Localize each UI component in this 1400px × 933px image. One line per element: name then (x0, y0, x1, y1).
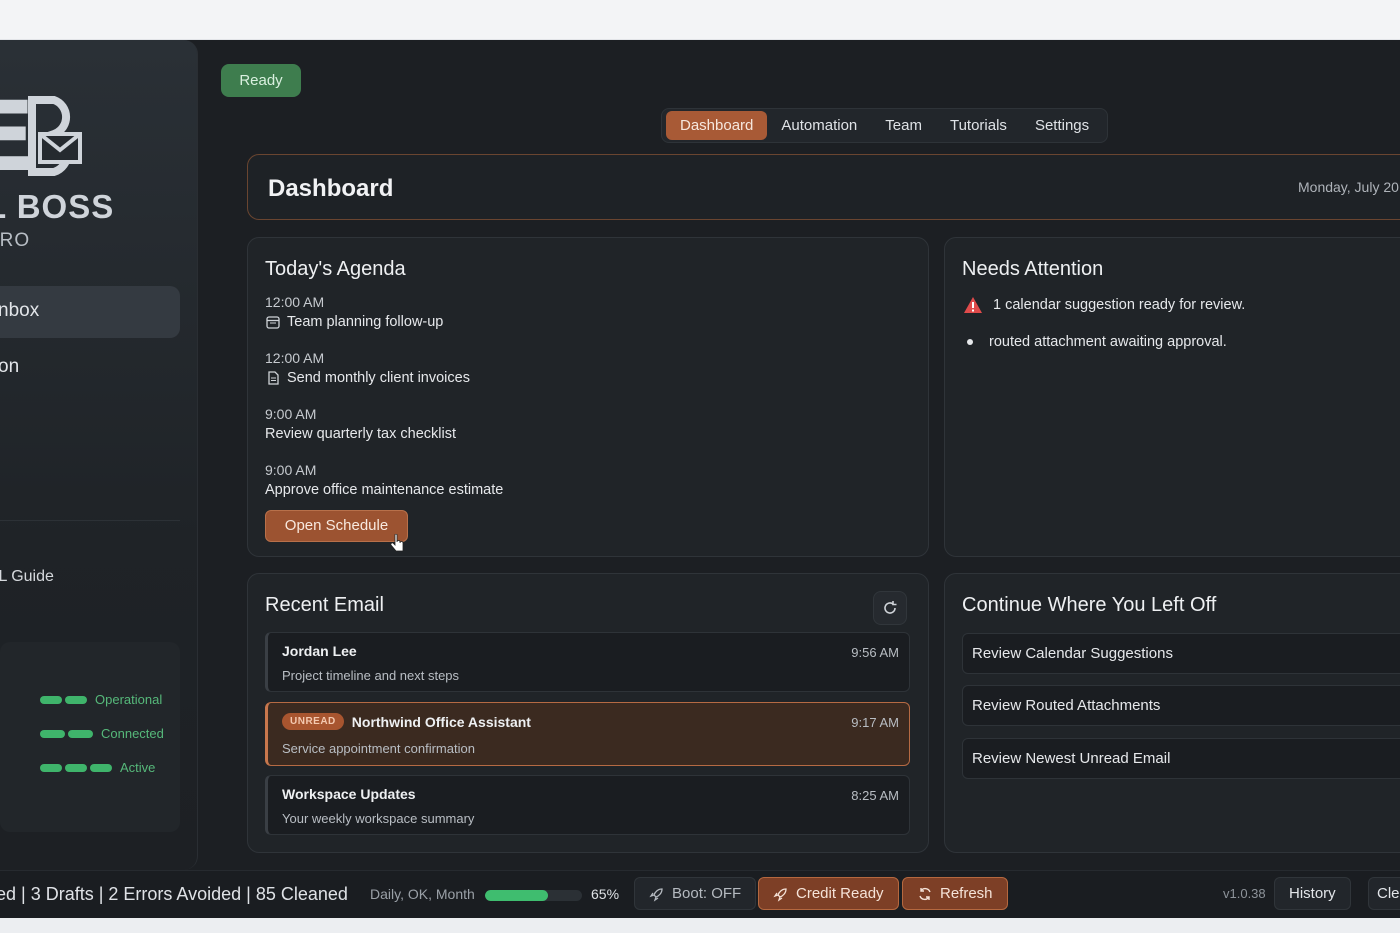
agenda-text: Team planning follow-up (287, 314, 444, 330)
continue-item[interactable]: Review Newest Unread Email (962, 738, 1400, 779)
email-row[interactable]: Workspace Updates Your weekly workspace … (265, 775, 910, 835)
refresh-email-button[interactable] (873, 591, 907, 625)
agenda-text: Approve office maintenance estimate (265, 482, 504, 498)
agenda-time: 9:00 AM (265, 406, 317, 422)
attention-card: Needs Attention 1 calendar suggestion re… (944, 237, 1400, 557)
sidebar-guide-link[interactable]: IL Guide (0, 568, 54, 586)
document-icon (268, 371, 279, 385)
sidebar: E L BOSS PRO nbox on IL Guide Operationa… (0, 40, 198, 870)
continue-card: Continue Where You Left Off Review Calen… (944, 573, 1400, 853)
tab-dashboard[interactable]: Dashboard (666, 111, 768, 140)
status-bars (40, 695, 87, 704)
status-bars (40, 763, 112, 772)
mouse-pointer-icon (390, 534, 404, 552)
page-header: Dashboard Monday, July 20 (247, 154, 1400, 220)
email-sender: Northwind Office Assistant (351, 713, 531, 730)
tab-settings[interactable]: Settings (1021, 111, 1103, 140)
warning-icon (964, 297, 982, 313)
continue-title: Continue Where You Left Off (962, 594, 1217, 616)
sidebar-item-automation[interactable]: on (0, 342, 180, 394)
page-title: Dashboard (268, 175, 394, 202)
version-label: v1.0.38 (1223, 886, 1266, 901)
usage-progress-bar (485, 890, 582, 901)
continue-item[interactable]: Review Calendar Suggestions (962, 633, 1400, 674)
sidebar-divider (0, 520, 180, 521)
recent-email-card: Recent Email Jordan Lee Project timeline… (247, 573, 929, 853)
agenda-title: Today's Agenda (265, 258, 406, 280)
attention-text: routed attachment awaiting approval. (989, 334, 1227, 350)
boot-toggle-button[interactable]: Boot: OFF (634, 877, 757, 910)
agenda-time: 9:00 AM (265, 462, 317, 478)
attention-item[interactable]: 1 calendar suggestion ready for review. (963, 296, 1245, 314)
email-time: 9:17 AM (851, 715, 899, 730)
app-window: E L BOSS PRO nbox on IL Guide Operationa… (0, 40, 1400, 918)
logo-text: L BOSS (0, 188, 115, 225)
email-subject: Project timeline and next steps (282, 668, 460, 683)
refresh-button[interactable]: Refresh (902, 877, 1008, 910)
rocket-icon (649, 887, 663, 902)
ready-status-badge: Ready (221, 64, 301, 97)
usage-progress-fill (485, 890, 549, 901)
logo-subtitle: PRO (0, 230, 31, 251)
bullet-icon (967, 339, 973, 345)
email-row-unread[interactable]: UNREAD Northwind Office Assistant Servic… (265, 702, 910, 766)
system-status-panel: Operational Connected Active (0, 642, 180, 832)
attention-title: Needs Attention (962, 258, 1104, 280)
recent-email-title: Recent Email (265, 594, 384, 616)
clear-button[interactable]: Clea (1368, 877, 1400, 910)
refresh-icon (919, 887, 931, 900)
email-subject: Your weekly workspace summary (282, 811, 475, 826)
email-row[interactable]: Jordan Lee Project timeline and next ste… (265, 632, 910, 692)
unread-badge: UNREAD (282, 713, 344, 730)
email-sender: Workspace Updates (282, 786, 416, 802)
header-date: Monday, July 20 (1298, 179, 1399, 195)
email-sender: Jordan Lee (282, 643, 357, 659)
agenda-card: Today's Agenda 12:00 AM Team planning fo… (247, 237, 929, 557)
calendar-icon (266, 316, 280, 329)
email-time: 9:56 AM (851, 645, 899, 660)
sidebar-item-label: nbox (0, 300, 40, 321)
status-connected: Connected (40, 726, 164, 741)
email-time: 8:25 AM (851, 788, 899, 803)
tab-tutorials[interactable]: Tutorials (936, 111, 1021, 140)
rocket-icon (773, 887, 787, 902)
open-schedule-button[interactable]: Open Schedule (265, 510, 408, 542)
main-tabs: Dashboard Automation Team Tutorials Sett… (661, 108, 1109, 143)
agenda-time: 12:00 AM (265, 350, 325, 366)
sidebar-item-label: on (0, 356, 20, 377)
refresh-icon (884, 601, 897, 614)
agenda-time: 12:00 AM (265, 294, 325, 310)
window-top-band (0, 0, 1400, 40)
status-stats: ed | 3 Drafts | 2 Errors Avoided | 85 Cl… (0, 884, 348, 904)
logo-envelope-icon: E (0, 88, 82, 178)
tab-automation[interactable]: Automation (767, 111, 871, 140)
agenda-item[interactable]: 12:00 AM Team planning follow-up (265, 294, 443, 330)
agenda-text: Review quarterly tax checklist (265, 426, 456, 442)
attention-item[interactable]: routed attachment awaiting approval. (963, 334, 1227, 350)
credit-ready-button[interactable]: Credit Ready (758, 877, 899, 910)
window-bottom-band (0, 918, 1400, 933)
continue-item[interactable]: Review Routed Attachments (962, 685, 1400, 726)
status-operational: Operational (40, 692, 162, 707)
attention-text: 1 calendar suggestion ready for review. (993, 297, 1246, 313)
status-bars (40, 729, 93, 738)
email-subject: Service appointment confirmation (282, 741, 475, 756)
period-label: Daily, OK, Month (370, 886, 475, 902)
agenda-text: Send monthly client invoices (287, 370, 470, 386)
status-active: Active (40, 760, 155, 775)
agenda-item[interactable]: 9:00 AM Review quarterly tax checklist (265, 406, 456, 442)
history-button[interactable]: History (1274, 877, 1351, 910)
tab-team[interactable]: Team (871, 111, 936, 140)
agenda-item[interactable]: 12:00 AM Send monthly client invoices (265, 350, 470, 386)
usage-progress-label: 65% (591, 886, 620, 902)
status-bar: ed | 3 Drafts | 2 Errors Avoided | 85 Cl… (0, 870, 1400, 918)
sidebar-item-inbox[interactable]: nbox (0, 286, 180, 338)
agenda-item[interactable]: 9:00 AM Approve office maintenance estim… (265, 462, 503, 498)
